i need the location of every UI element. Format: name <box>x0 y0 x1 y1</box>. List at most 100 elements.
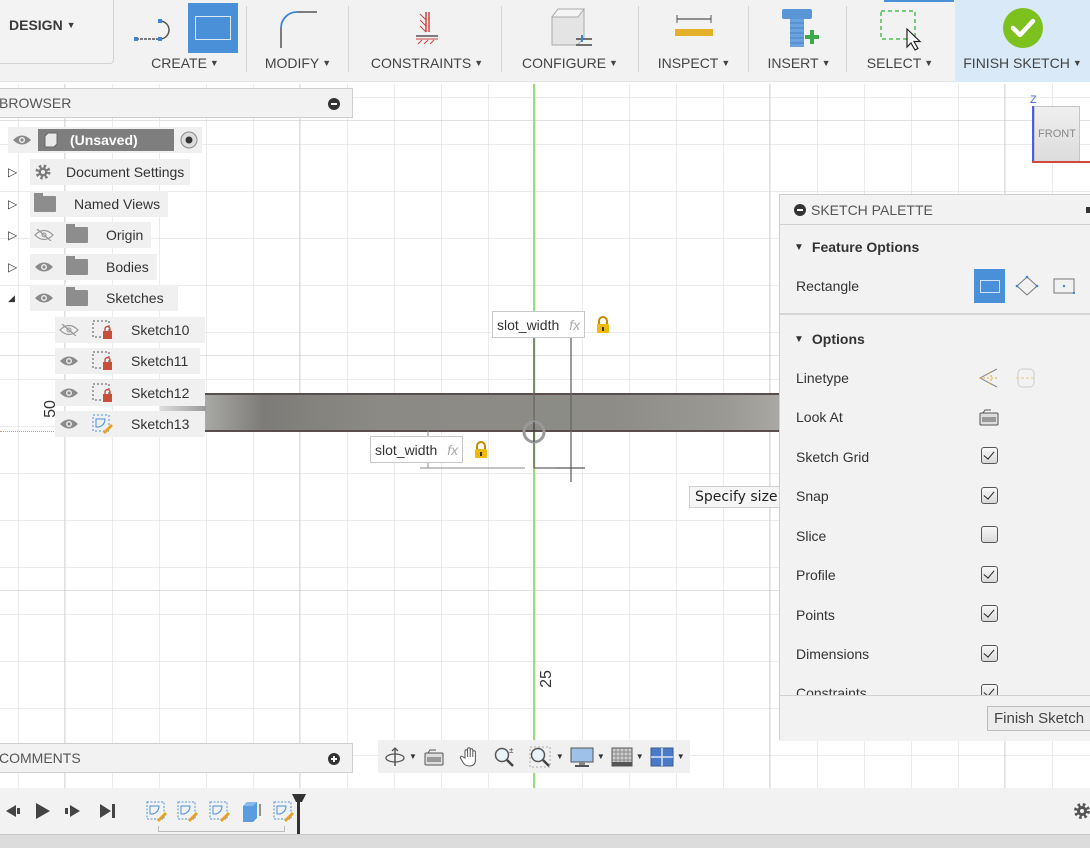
construction-linetype-icon[interactable] <box>977 367 999 389</box>
browser-item-bodies[interactable]: ▷ Bodies <box>8 254 157 280</box>
expand-plus-icon[interactable] <box>328 753 340 765</box>
collapse-icon[interactable] <box>328 98 340 110</box>
section-label: Options <box>811 331 865 347</box>
display-settings-button[interactable]: ▼ <box>570 746 605 768</box>
browser-root-item[interactable]: (Unsaved) <box>8 127 202 153</box>
centerline-linetype-icon[interactable] <box>1015 367 1037 389</box>
step-forward-icon[interactable] <box>64 801 84 821</box>
activate-radio-icon[interactable] <box>180 131 198 149</box>
finish-sketch-button[interactable]: Finish Sketch <box>987 706 1090 731</box>
constraints-menu[interactable]: CONSTRAINTS ▼ <box>362 0 492 82</box>
section-label: Feature Options <box>811 239 920 255</box>
timeline-feature-sketch-3[interactable] <box>209 801 231 823</box>
ruler-label-bottom: 25 <box>537 670 555 688</box>
pan-hand-icon <box>459 746 476 767</box>
orbit-icon <box>385 746 405 766</box>
chevron-down-icon[interactable]: ▼ <box>597 752 605 761</box>
timeline-feature-sketch-2[interactable] <box>177 801 199 823</box>
browser-item-named-views[interactable]: ▷ Named Views <box>8 191 169 217</box>
browser-item-sketch10[interactable]: Sketch10 <box>55 317 205 343</box>
timeline-marker-handle[interactable] <box>290 792 308 834</box>
center-rectangle-icon[interactable] <box>1053 278 1075 294</box>
go-to-end-icon[interactable] <box>98 801 118 821</box>
expand-icon[interactable]: ▷ <box>8 165 30 179</box>
options-section[interactable]: ▼ Options <box>794 331 865 347</box>
finish-sketch-menu[interactable]: FINISH SKETCH ▼ <box>955 0 1090 82</box>
rectangle-type-2point-button[interactable] <box>974 269 1005 303</box>
comments-panel-header[interactable]: COMMENTS <box>0 743 353 773</box>
dimensions-checkbox[interactable] <box>981 645 998 662</box>
select-menu[interactable]: SELECT ▼ <box>856 0 944 82</box>
option-points-label: Points <box>796 607 835 623</box>
snap-checkbox[interactable] <box>981 487 998 504</box>
chevron-down-icon[interactable]: ▼ <box>636 752 644 761</box>
step-back-icon[interactable] <box>2 801 20 821</box>
dimension-input-slot-width-top[interactable]: slot_width fx <box>492 311 586 338</box>
fx-icon: fx <box>447 441 459 458</box>
collapse-triangle-icon[interactable]: ◢ <box>8 293 30 304</box>
browser-panel-header[interactable]: BROWSER <box>0 88 353 118</box>
create-label: CREATE <box>151 55 207 71</box>
sketch-grid-checkbox[interactable] <box>981 447 998 464</box>
pan-button[interactable] <box>459 746 481 768</box>
palette-expand-handle[interactable] <box>1086 207 1090 213</box>
expand-icon[interactable]: ▷ <box>8 197 30 211</box>
chevron-down-icon: ▼ <box>721 58 731 68</box>
eye-icon[interactable] <box>59 418 79 430</box>
create-menu[interactable]: CREATE ▼ <box>130 0 240 82</box>
eye-hidden-icon[interactable] <box>59 324 79 336</box>
grid-snaps-button[interactable]: ▼ <box>611 747 644 767</box>
feature-options-section[interactable]: ▼ Feature Options <box>794 239 919 255</box>
modify-menu[interactable]: MODIFY ▼ <box>256 0 340 82</box>
eye-icon[interactable] <box>34 261 54 273</box>
option-profile-label: Profile <box>796 567 836 583</box>
browser-item-sketch11[interactable]: Sketch11 <box>55 348 200 374</box>
navigation-bar: ▼ ± ▼ ▼ ▼ ▼ <box>378 740 690 773</box>
zoom-button[interactable]: ± <box>493 746 517 768</box>
line-arc-icon[interactable] <box>132 11 178 45</box>
eye-icon[interactable] <box>12 134 32 146</box>
chevron-down-icon[interactable]: ▼ <box>556 752 564 761</box>
timeline-feature-sketch-1[interactable] <box>146 801 168 823</box>
expand-icon[interactable]: ▷ <box>8 260 30 274</box>
slice-checkbox[interactable] <box>981 526 998 543</box>
eye-icon[interactable] <box>34 292 54 304</box>
three-point-rectangle-icon[interactable] <box>1015 275 1039 297</box>
timeline-settings-gear-icon[interactable] <box>1073 802 1090 820</box>
chevron-down-icon[interactable]: ▼ <box>677 752 685 761</box>
expand-icon[interactable]: ▷ <box>8 228 30 242</box>
timeline-feature-extrude[interactable] <box>241 800 263 824</box>
toolbar-divider <box>846 6 847 72</box>
browser-item-sketch12[interactable]: Sketch12 <box>55 380 205 406</box>
look-at-icon[interactable] <box>979 407 999 427</box>
browser-item-document-settings[interactable]: ▷ Document Settings <box>8 159 191 185</box>
points-checkbox[interactable] <box>981 605 998 622</box>
fit-button[interactable]: ▼ <box>529 746 564 768</box>
inspect-menu[interactable]: INSPECT ▼ <box>648 0 740 82</box>
view-cube-face-front[interactable]: FRONT <box>1034 106 1080 162</box>
workspace-switcher[interactable]: DESIGN ▼ <box>0 0 114 64</box>
eye-icon[interactable] <box>59 355 79 367</box>
browser-item-origin[interactable]: ▷ Origin <box>8 222 152 248</box>
orbit-button[interactable]: ▼ <box>384 746 417 768</box>
profile-checkbox[interactable] <box>981 566 998 583</box>
configure-menu[interactable]: CONFIGURE ▼ <box>512 0 628 82</box>
chevron-down-icon[interactable]: ▼ <box>409 752 417 761</box>
dimension-input-slot-width-bottom[interactable]: slot_width fx <box>370 436 464 463</box>
rectangle-tool-icon[interactable] <box>188 2 238 53</box>
constraints-checkbox[interactable] <box>981 684 998 695</box>
browser-item-sketch13[interactable]: Sketch13 <box>55 411 205 437</box>
collapse-icon[interactable] <box>794 203 806 216</box>
look-at-button[interactable] <box>423 747 445 767</box>
view-cube[interactable]: Z FRONT <box>1030 94 1090 166</box>
sketch-palette-header[interactable]: SKETCH PALETTE <box>780 195 1090 225</box>
chevron-down-icon: ▼ <box>66 20 76 30</box>
folder-icon <box>66 224 88 243</box>
viewports-button[interactable]: ▼ <box>650 747 685 767</box>
play-icon[interactable] <box>34 801 52 821</box>
insert-menu[interactable]: INSERT ▼ <box>758 0 840 82</box>
browser-item-sketches[interactable]: ◢ Sketches <box>8 285 178 311</box>
eye-hidden-icon[interactable] <box>34 229 54 241</box>
eye-icon[interactable] <box>59 387 79 399</box>
dimension-value: slot_width <box>497 316 560 333</box>
